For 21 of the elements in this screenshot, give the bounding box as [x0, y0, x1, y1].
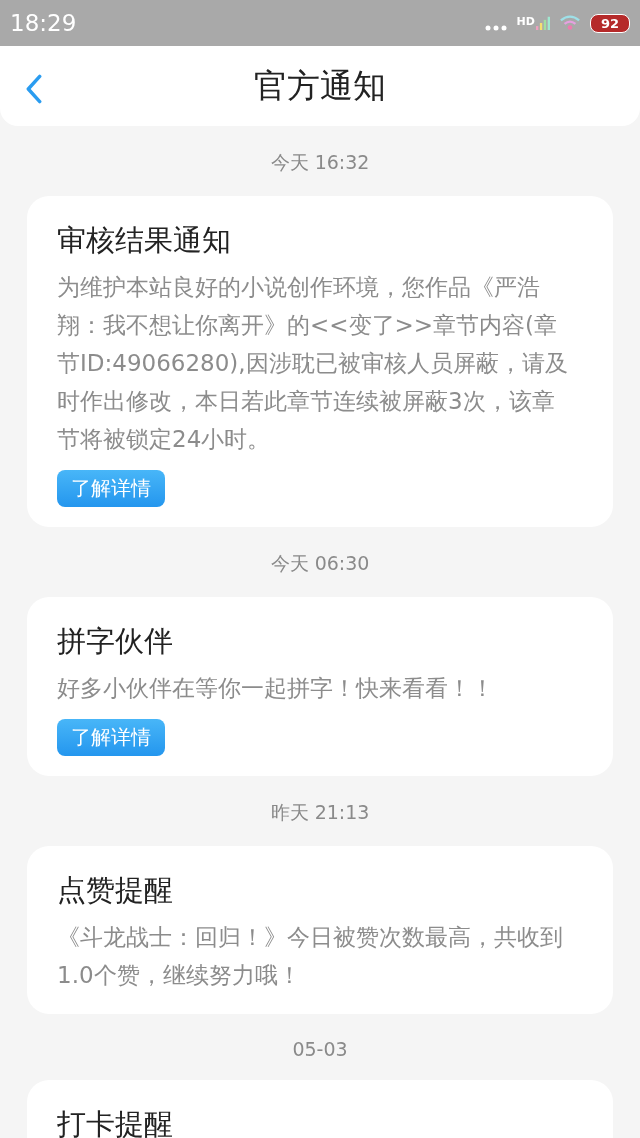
- back-icon[interactable]: [26, 74, 42, 104]
- details-button[interactable]: 了解详情: [57, 719, 165, 756]
- message-title: 点赞提醒: [57, 872, 173, 909]
- message-text: 为维护本站良好的小说创作环境，您作品《严浩翔：我不想让你离开》的<<变了>>章节内容(章节ID:49066280),因涉耽已被审核人员屏蔽，请及时作出修改，本日若此章节连续被屏蔽3次，该章节将被锁定24小时。: [57, 273, 569, 454]
- message-title: 审核结果通知: [57, 222, 231, 259]
- message-time: 05-03: [292, 1038, 348, 1060]
- message-time: 今天 16:32: [270, 150, 370, 175]
- message-title: 打卡提醒: [57, 1106, 173, 1138]
- more-dots-icon: [484, 25, 507, 31]
- message-text: 好多小伙伴在等你一起拼字！快来看看！！: [57, 674, 495, 703]
- message-text: 《斗龙战士：回归！》今日被赞次数最高，共收到1.0个赞，继续努力哦！: [57, 923, 564, 990]
- message-time: 昨天 21:13: [270, 800, 370, 825]
- battery-level: 92: [589, 13, 630, 33]
- signal-icon: [535, 15, 550, 31]
- message-title: 拼字伙伴: [57, 623, 173, 660]
- message-time: 今天 06:30: [270, 551, 370, 576]
- page-title: 官方通知: [254, 64, 386, 107]
- details-button[interactable]: 了解详情: [57, 470, 165, 507]
- wifi-icon: [559, 15, 580, 31]
- clock-time: 18:29: [10, 10, 77, 36]
- network-type: HD: [516, 15, 535, 28]
